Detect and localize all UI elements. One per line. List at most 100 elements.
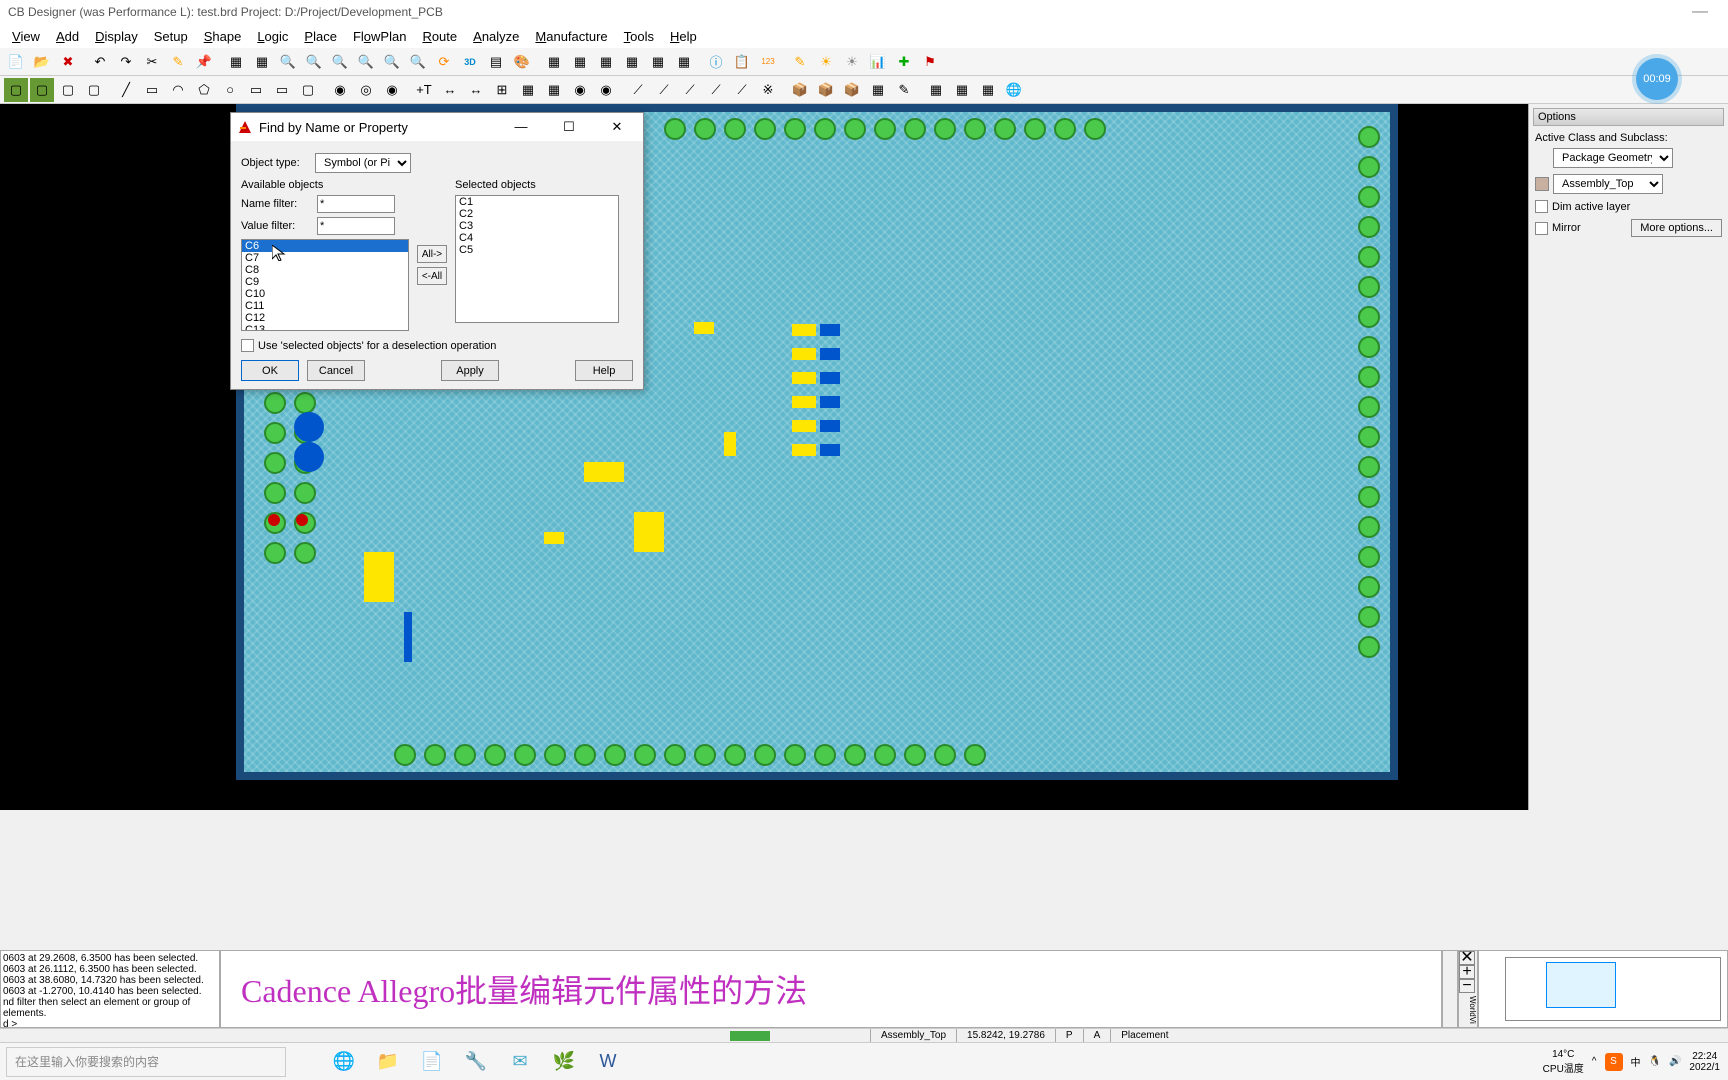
status-a[interactable]: A (1083, 1029, 1111, 1042)
menu-setup[interactable]: Setup (146, 27, 196, 46)
tb2-via2-icon[interactable]: ◎ (354, 78, 378, 102)
menu-route[interactable]: Route (414, 27, 465, 46)
all-left-button[interactable]: <-All (417, 267, 447, 285)
tb2-net-icon[interactable]: ▦ (924, 78, 948, 102)
tray-vol-icon[interactable]: 🔊 (1669, 1056, 1681, 1067)
zoom-out-icon[interactable]: 🔍 (328, 50, 352, 74)
dim-icon[interactable]: 123 (756, 50, 780, 74)
tb2-globe-icon[interactable]: 🌐 (1002, 78, 1026, 102)
tb2-edit-icon[interactable]: ✎ (892, 78, 916, 102)
menu-logic[interactable]: Logic (249, 27, 296, 46)
open-icon[interactable]: 📂 (30, 50, 54, 74)
dialog-minimize-button[interactable]: — (501, 119, 541, 135)
value-filter-input[interactable] (317, 217, 395, 235)
highlight2-icon[interactable]: ✎ (788, 50, 812, 74)
new-icon[interactable]: 📄 (4, 50, 28, 74)
menu-manufacture[interactable]: Manufacture (527, 27, 615, 46)
cut-icon[interactable]: ✂ (140, 50, 164, 74)
dim-active-checkbox[interactable] (1535, 200, 1548, 213)
save-icon[interactable]: ✖ (56, 50, 80, 74)
menu-help[interactable]: Help (662, 27, 705, 46)
selected-list[interactable]: C1 C2 C3 C4 C5 (455, 195, 619, 323)
tb2-rect4-icon[interactable]: ▢ (296, 78, 320, 102)
menu-place[interactable]: Place (296, 27, 345, 46)
tb2-add-icon[interactable]: +T (412, 78, 436, 102)
zoom-all-icon[interactable]: 🔍 (354, 50, 378, 74)
tb2-route6-icon[interactable]: ※ (756, 78, 780, 102)
tb2-dim-icon[interactable]: ↔ (438, 78, 462, 102)
tb2-via-icon[interactable]: ◉ (328, 78, 352, 102)
worldview-panel[interactable] (1478, 950, 1728, 1028)
tb2-4-icon[interactable]: ▢ (82, 78, 106, 102)
tray-weather[interactable]: 14°C CPU温度 (1543, 1049, 1584, 1075)
zoom-fit-icon[interactable]: 🔍 (276, 50, 300, 74)
list-item[interactable]: C5 (456, 244, 618, 256)
deselect-checkbox[interactable] (241, 339, 254, 352)
cancel-button[interactable]: Cancel (307, 360, 365, 381)
tb2-comp-icon[interactable]: ▦ (516, 78, 540, 102)
tb2-box4-icon[interactable]: ▦ (866, 78, 890, 102)
all-right-button[interactable]: All-> (417, 245, 447, 263)
chart-icon[interactable]: 📊 (866, 50, 890, 74)
tb2-circ-icon[interactable]: ○ (218, 78, 242, 102)
tb2-comp3-icon[interactable]: ◉ (568, 78, 592, 102)
flag-icon[interactable]: ⚑ (918, 50, 942, 74)
tb2-box-icon[interactable]: 📦 (788, 78, 812, 102)
info-icon[interactable]: ⓘ (704, 50, 728, 74)
explorer-icon[interactable]: 📁 (370, 1047, 406, 1077)
tb2-box2-icon[interactable]: 📦 (814, 78, 838, 102)
dialog-maximize-button[interactable]: ☐ (549, 119, 589, 135)
menu-display[interactable]: Display (87, 27, 146, 46)
place4-icon[interactable]: ▦ (620, 50, 644, 74)
mirror-checkbox[interactable] (1535, 222, 1548, 235)
zoom-in-icon[interactable]: 🔍 (302, 50, 326, 74)
tray-clock[interactable]: 22:24 2022/1 (1689, 1051, 1720, 1073)
ok-button[interactable]: OK (241, 360, 299, 381)
worldview-viewport[interactable] (1546, 962, 1616, 1008)
subclass-select[interactable]: Assembly_Top (1553, 174, 1663, 194)
zoom-sel-icon[interactable]: 🔍 (406, 50, 430, 74)
menu-analyze[interactable]: Analyze (465, 27, 527, 46)
tb2-comp2-icon[interactable]: ▦ (542, 78, 566, 102)
zoom-prev-icon[interactable]: 🔍 (380, 50, 404, 74)
dialog-title-bar[interactable]: Find by Name or Property — ☐ ✕ (231, 113, 643, 141)
menu-tools[interactable]: Tools (616, 27, 662, 46)
place3-icon[interactable]: ▦ (594, 50, 618, 74)
tb2-via3-icon[interactable]: ◉ (380, 78, 404, 102)
sun-icon[interactable]: ☀ (814, 50, 838, 74)
sun2-icon[interactable]: ☀ (840, 50, 864, 74)
tb2-1-icon[interactable]: ▢ (4, 78, 28, 102)
app1-icon[interactable]: ✉ (502, 1047, 538, 1077)
tb2-box3-icon[interactable]: 📦 (840, 78, 864, 102)
layers-icon[interactable]: ▤ (484, 50, 508, 74)
class-select[interactable]: Package Geometry (1553, 148, 1673, 168)
colors-icon[interactable]: 🎨 (510, 50, 534, 74)
edge-icon[interactable]: 🌐 (326, 1047, 362, 1077)
allegro-icon[interactable]: 🔧 (458, 1047, 494, 1077)
tray-ime[interactable]: 中 (1631, 1054, 1641, 1069)
report-icon[interactable]: 📋 (730, 50, 754, 74)
menu-shape[interactable]: Shape (196, 27, 250, 46)
tb2-rect3-icon[interactable]: ▭ (270, 78, 294, 102)
list-item[interactable]: C8 (242, 264, 408, 276)
taskbar-search[interactable]: 在这里输入你要搜索的内容 (6, 1047, 286, 1077)
tb2-2-icon[interactable]: ▢ (30, 78, 54, 102)
menu-flowplan[interactable]: FlowPlan (345, 27, 415, 46)
grid-icon[interactable]: ▦ (224, 50, 248, 74)
tb2-dim2-icon[interactable]: ↔ (464, 78, 488, 102)
place-tool-icon[interactable]: ▦ (542, 50, 566, 74)
table2-icon[interactable]: ▦ (672, 50, 696, 74)
list-item[interactable]: C10 (242, 288, 408, 300)
list-item[interactable]: C2 (456, 208, 618, 220)
tb2-route5-icon[interactable]: ⟋ (730, 78, 754, 102)
apply-button[interactable]: Apply (441, 360, 499, 381)
undo-icon[interactable]: ↶ (88, 50, 112, 74)
cross-icon[interactable]: ✚ (892, 50, 916, 74)
tb2-route2-icon[interactable]: ⟋ (652, 78, 676, 102)
more-options-button[interactable]: More options... (1631, 219, 1722, 237)
tray-up-icon[interactable]: ^ (1592, 1056, 1597, 1067)
grid2-icon[interactable]: ▦ (250, 50, 274, 74)
menu-add[interactable]: Add (48, 27, 87, 46)
refresh-icon[interactable]: ⟳ (432, 50, 456, 74)
list-item[interactable]: C12 (242, 312, 408, 324)
